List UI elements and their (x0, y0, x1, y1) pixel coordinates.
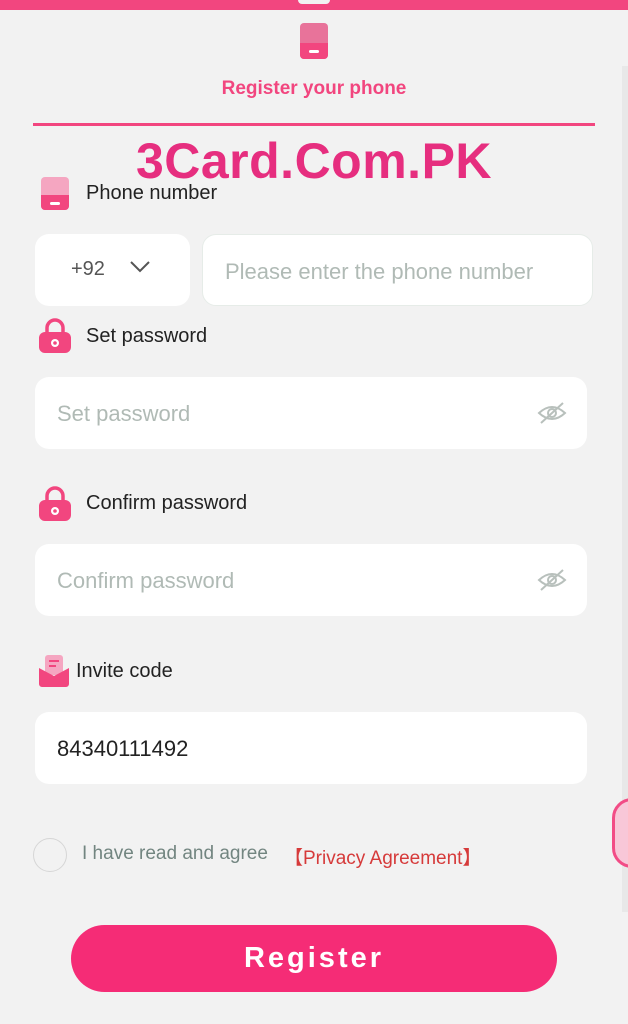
invite-code-label: Invite code (76, 660, 173, 682)
top-notch (296, 0, 332, 6)
country-code-value: +92 (71, 258, 105, 280)
confirm-password-placeholder: Confirm password (57, 568, 235, 593)
phone-number-label: Phone number (86, 182, 218, 204)
phone-number-placeholder: Please enter the phone number (225, 259, 534, 284)
eye-slash-icon[interactable] (537, 568, 567, 592)
register-button[interactable]: Register (71, 925, 557, 992)
agreement-text: I have read and agree (82, 843, 268, 864)
set-password-placeholder: Set password (57, 401, 191, 426)
eye-slash-icon[interactable] (537, 401, 567, 425)
agreement-checkbox[interactable] (33, 838, 67, 872)
tab-underline (33, 123, 595, 126)
tab-register-phone[interactable]: Register your phone (0, 78, 628, 100)
confirm-password-label: Confirm password (86, 492, 248, 514)
phone-icon (300, 23, 328, 59)
invite-code-input[interactable]: 84340111492 (35, 712, 587, 784)
invite-code-value: 84340111492 (57, 736, 189, 761)
invite-code-icon (39, 655, 69, 687)
set-password-input[interactable]: Set password (35, 377, 587, 449)
lock-icon (39, 318, 71, 353)
chevron-down-icon (130, 261, 150, 273)
floating-service-button[interactable] (612, 798, 628, 868)
phone-icon (41, 177, 69, 210)
confirm-password-input[interactable]: Confirm password (35, 544, 587, 616)
set-password-label: Set password (86, 325, 208, 347)
privacy-agreement-link[interactable]: 【Privacy Agreement】 (284, 843, 481, 870)
lock-icon (39, 486, 71, 521)
country-code-select[interactable]: +92 (35, 234, 190, 306)
scroll-edge (622, 66, 628, 912)
phone-number-input[interactable]: Please enter the phone number (202, 234, 593, 306)
